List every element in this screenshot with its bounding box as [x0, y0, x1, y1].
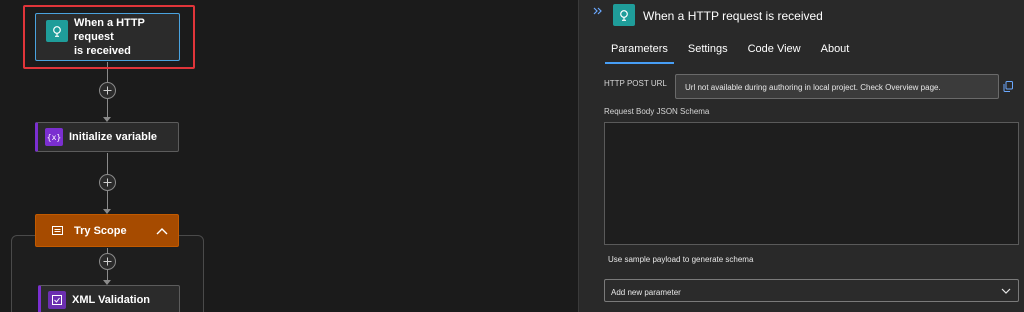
copy-url-button[interactable]: [1001, 79, 1015, 93]
try-scope-title: Try Scope: [74, 224, 127, 237]
add-step-button[interactable]: [99, 174, 116, 191]
xml-validation-icon: [48, 291, 66, 309]
xml-validation-card[interactable]: XML Validation: [38, 285, 180, 312]
copy-icon: [1003, 80, 1013, 92]
panel-tabs: Parameters Settings Code View About: [605, 42, 869, 64]
add-step-button[interactable]: [99, 253, 116, 270]
xml-validation-title: XML Validation: [72, 294, 151, 306]
tab-settings[interactable]: Settings: [688, 42, 728, 61]
plus-icon: [103, 257, 112, 266]
collapse-scope-button[interactable]: [154, 223, 170, 239]
chevron-down-icon: [1000, 285, 1012, 297]
plus-icon: [103, 86, 112, 95]
panel-title: When a HTTP request is received: [643, 9, 823, 23]
trigger-card[interactable]: When a HTTP request is received: [35, 13, 180, 61]
http-request-icon: [613, 4, 635, 26]
trigger-title-line2: is received: [74, 45, 131, 57]
details-panel: When a HTTP request is received Paramete…: [578, 0, 1024, 312]
tab-about[interactable]: About: [821, 42, 850, 61]
request-body-schema-editor[interactable]: [604, 122, 1019, 245]
http-post-url-field[interactable]: Url not available during authoring in lo…: [675, 74, 999, 99]
trigger-title-line1: When a HTTP request: [74, 17, 145, 43]
try-scope-card[interactable]: Try Scope: [35, 214, 179, 247]
chevron-up-icon: [156, 228, 168, 235]
schema-label: Request Body JSON Schema: [604, 107, 710, 116]
initialize-variable-title: Initialize variable: [69, 131, 158, 143]
add-new-parameter-dropdown[interactable]: Add new parameter: [604, 279, 1019, 302]
http-post-url-label: HTTP POST URL: [604, 79, 667, 88]
tab-code-view[interactable]: Code View: [748, 42, 801, 61]
add-step-button[interactable]: [99, 82, 116, 99]
sample-payload-link[interactable]: Use sample payload to generate schema: [608, 255, 753, 264]
plus-icon: [103, 178, 112, 187]
initialize-variable-card[interactable]: {x} Initialize variable: [35, 122, 179, 152]
http-request-icon: [46, 20, 68, 42]
add-new-parameter-label: Add new parameter: [611, 288, 681, 297]
double-chevron-right-icon: [593, 7, 602, 15]
scope-icon: [46, 220, 68, 242]
variable-icon: {x}: [45, 128, 63, 146]
collapse-panel-button[interactable]: [591, 4, 605, 18]
tab-parameters[interactable]: Parameters: [605, 42, 674, 64]
workflow-canvas: When a HTTP request is received {x} Init…: [0, 0, 578, 312]
